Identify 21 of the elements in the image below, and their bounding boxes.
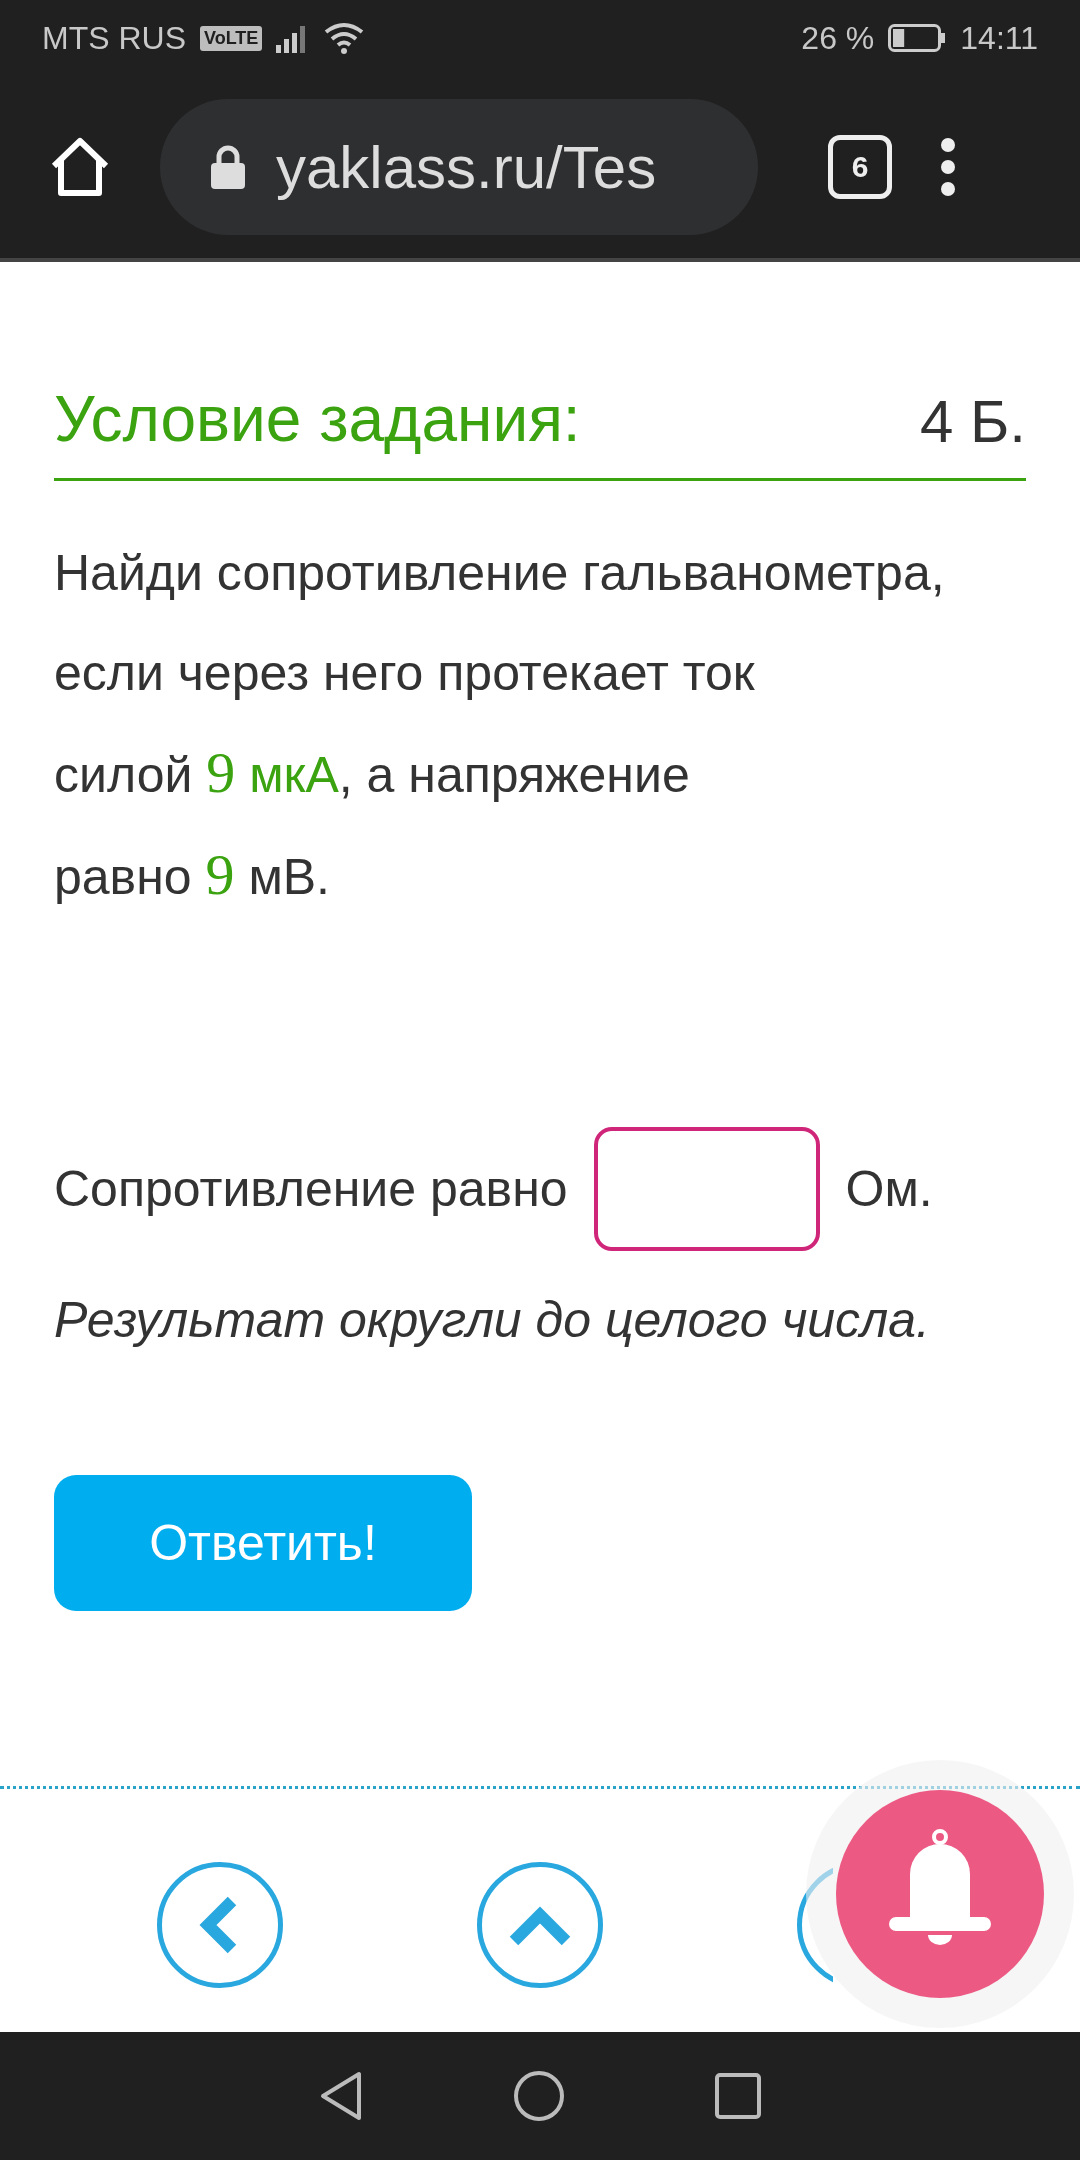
recents-icon[interactable] bbox=[715, 2073, 761, 2119]
carrier-name: MTS RUS bbox=[42, 19, 186, 57]
home-circle-icon[interactable] bbox=[513, 2070, 565, 2122]
lock-icon bbox=[210, 145, 246, 189]
wifi-icon bbox=[324, 22, 365, 54]
unit-label: Ом. bbox=[845, 1160, 933, 1218]
battery-percent: 26 % bbox=[801, 19, 875, 57]
clock: 14:11 bbox=[960, 19, 1038, 57]
tab-count-button[interactable]: 6 bbox=[828, 135, 892, 199]
answer-field[interactable] bbox=[593, 1127, 820, 1251]
url-text: yaklass.ru/Tes bbox=[276, 132, 657, 202]
points-label: 4 Б. bbox=[919, 387, 1026, 456]
menu-icon[interactable] bbox=[940, 137, 956, 197]
battery-icon bbox=[888, 24, 947, 52]
address-bar[interactable]: yaklass.ru/Tes bbox=[160, 99, 758, 235]
task-statement: Найди сопротивление гальванометра, если через него протекает ток силой 9 мкА, а напряжение равно 9 мВ. bbox=[54, 544, 946, 909]
volte-badge: VoLTE bbox=[200, 25, 263, 51]
rounding-hint: Результат округли до целого числа. bbox=[54, 1291, 931, 1349]
task-title: Условие задания: bbox=[54, 382, 581, 456]
answer-label: Сопротивление равно bbox=[54, 1160, 568, 1218]
back-icon[interactable] bbox=[319, 2071, 363, 2121]
